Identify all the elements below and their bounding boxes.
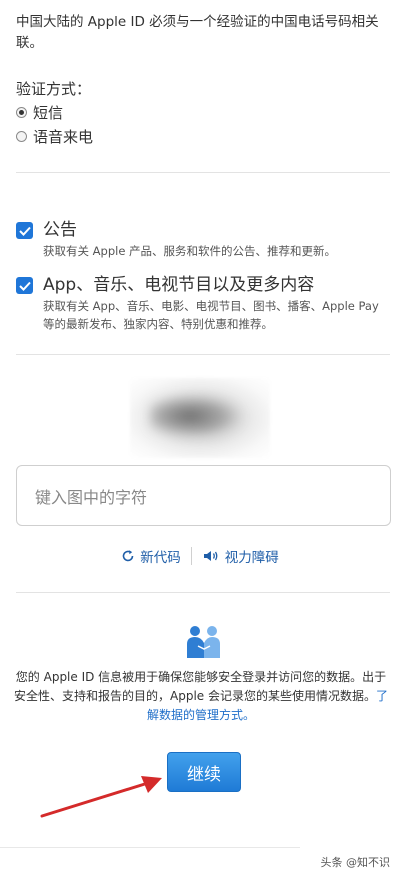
captcha-image-characters	[150, 396, 240, 436]
divider	[16, 592, 390, 593]
subscription-title: App、音乐、电视节目以及更多内容	[43, 275, 315, 295]
captcha-input[interactable]: 键入图中的字符	[16, 465, 391, 526]
page: 中国大陆的 Apple ID 必须与一个经验证的中国电话号码相关联。 验证方式：…	[0, 0, 400, 876]
subscription-desc: 获取有关 Apple 产品、服务和软件的公告、推荐和更新。	[43, 244, 337, 258]
checkbox-announcements[interactable]	[16, 222, 33, 239]
captcha-actions: 新代码 视力障碍	[0, 546, 400, 566]
intro-text: 中国大陆的 Apple ID 必须与一个经验证的中国电话号码相关联。	[16, 14, 379, 51]
vision-impaired-button[interactable]: 视力障碍	[196, 546, 285, 566]
subscription-announcements[interactable]: 公告 获取有关 Apple 产品、服务和软件的公告、推荐和更新。	[16, 219, 336, 260]
watermark: 头条 @知不识	[320, 856, 391, 869]
radio-button-voice[interactable]	[16, 131, 27, 142]
checkbox-content[interactable]	[16, 277, 33, 294]
radio-label-voice: 语音来电	[33, 128, 94, 146]
people-handshake-icon	[187, 626, 220, 658]
subscription-title: 公告	[43, 220, 77, 240]
subscription-content[interactable]: App、音乐、电视节目以及更多内容 获取有关 App、音乐、电影、电视节目、图书…	[16, 274, 383, 333]
radio-option-sms[interactable]: 短信	[16, 102, 63, 123]
vision-impaired-label: 视力障碍	[224, 550, 279, 566]
new-code-button[interactable]: 新代码	[115, 546, 187, 566]
new-code-label: 新代码	[140, 550, 181, 566]
divider	[16, 354, 390, 355]
refresh-icon	[122, 550, 134, 562]
checkmark-icon	[18, 281, 31, 291]
subscription-text: 公告 获取有关 Apple 产品、服务和软件的公告、推荐和更新。	[43, 219, 336, 260]
checkmark-icon	[18, 226, 31, 236]
subscription-desc: 获取有关 App、音乐、电影、电视节目、图书、播客、Apple Pay 等的最新…	[43, 299, 379, 331]
radio-option-voice[interactable]: 语音来电	[16, 126, 93, 147]
bottom-divider	[0, 847, 300, 848]
privacy-text: 您的 Apple ID 信息被用于确保您能够安全登录并访问您的数据。出于安全性、…	[14, 670, 387, 703]
divider	[16, 172, 390, 173]
radio-label-sms: 短信	[33, 104, 64, 122]
privacy-notice: 您的 Apple ID 信息被用于确保您能够安全登录并访问您的数据。出于安全性、…	[14, 668, 388, 725]
verify-method-title: 验证方式：	[16, 80, 92, 98]
speaker-icon	[203, 551, 218, 561]
continue-button[interactable]: 继续	[167, 752, 241, 792]
action-separator	[190, 547, 192, 565]
subscription-text: App、音乐、电视节目以及更多内容 获取有关 App、音乐、电影、电视节目、图书…	[43, 274, 383, 333]
red-arrow-annotation	[40, 776, 162, 818]
radio-button-sms[interactable]	[16, 107, 27, 118]
